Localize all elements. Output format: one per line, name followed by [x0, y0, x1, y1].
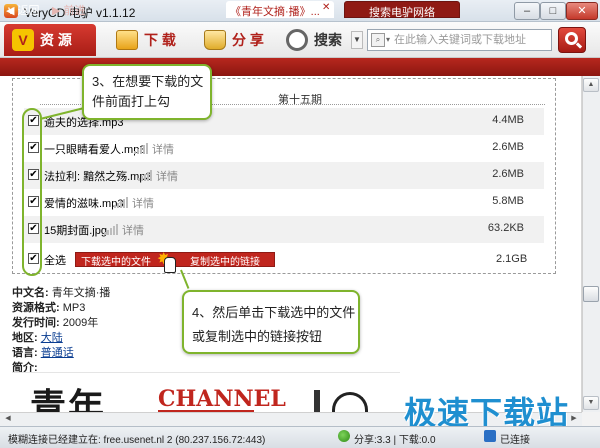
file-name: 一只眼睛看爱人.mp3: [44, 144, 146, 156]
banner-graphic: [314, 390, 320, 412]
tab-share[interactable]: 分 享: [196, 24, 272, 56]
file-size: 2.6MB: [492, 168, 524, 180]
banner-channel-text: CHANNEL: [158, 386, 286, 412]
vertical-scrollbar[interactable]: [582, 76, 600, 412]
info-value: MP3: [62, 302, 86, 314]
file-name: 爱情的滋味.mp3: [44, 198, 124, 210]
download-selected-button[interactable]: 下载选中的文件: [81, 253, 151, 268]
tab-search-label: 搜索: [314, 32, 342, 48]
back-button[interactable]: ◀ 返回: [6, 2, 40, 18]
info-label: 地区:: [12, 332, 38, 344]
language-link[interactable]: 普通话: [41, 347, 74, 359]
availability-signal-icon: [134, 143, 148, 154]
tab-share-label: 分 享: [232, 32, 264, 48]
total-size: 2.1GB: [496, 253, 528, 265]
detail-link[interactable]: 详情: [152, 141, 174, 157]
scroll-up-icon[interactable]: ▲: [583, 78, 599, 92]
callout-step-4-line2: 或复制选中的链接按钮: [192, 329, 323, 344]
search-engine-icon[interactable]: ⌕: [371, 33, 385, 47]
info-value: 2009年: [62, 317, 99, 329]
info-label: 发行时间:: [12, 317, 60, 329]
availability-signal-icon: [104, 224, 118, 235]
status-connected: 已连接: [500, 435, 530, 446]
info-value: 青年文摘·播: [51, 287, 111, 299]
detail-link[interactable]: 详情: [132, 195, 154, 211]
file-row[interactable]: ✔ 法拉利: 黯然之殇.mp3 详情 2.6MB: [24, 162, 544, 189]
network-status-icon: [338, 430, 350, 442]
hand-cursor-icon: [164, 257, 176, 273]
search-input[interactable]: [394, 32, 549, 48]
connected-icon: [484, 430, 496, 442]
file-size: 2.6MB: [492, 141, 524, 153]
callout-step-3-text: 3、在想要下载的文件前面打上勾: [92, 74, 204, 109]
status-connection-text: 模糊连接已经建立在: free.usenet.nl 2 (80.237.156.…: [8, 435, 266, 446]
scroll-right-icon[interactable]: ▶: [568, 414, 580, 424]
checkbox-highlight-oval: [22, 108, 42, 276]
tab-close-icon[interactable]: ✕: [322, 2, 330, 13]
file-size: 63.2KB: [487, 222, 524, 234]
copy-links-button[interactable]: 复制选中的链接: [190, 253, 260, 268]
tab-resources[interactable]: V 资 源: [4, 24, 96, 56]
search-button[interactable]: [558, 27, 586, 53]
info-label: 中文名:: [12, 287, 49, 299]
file-row[interactable]: ✔ 15期封面.jpg 详情 63.2KB: [24, 216, 544, 243]
file-size: 4.4MB: [492, 114, 524, 126]
search-menu-dropdown[interactable]: ▼: [351, 31, 363, 49]
select-all-label[interactable]: 全选: [44, 252, 66, 268]
file-name: 法拉利: 黯然之殇.mp3: [44, 171, 152, 183]
search-box[interactable]: ⌕ ▾: [367, 29, 552, 51]
region-link[interactable]: 大陆: [41, 332, 63, 344]
tab-search-network[interactable]: 搜索电驴网络: [344, 1, 460, 19]
minimize-button[interactable]: –: [514, 2, 540, 20]
status-speed: 分享:3.3 | 下载:0.0: [354, 435, 436, 446]
availability-signal-icon: [114, 197, 128, 208]
tab-download[interactable]: 下 载: [108, 24, 186, 56]
scroll-down-icon[interactable]: ▼: [583, 396, 599, 410]
search-icon-handle: [575, 42, 583, 49]
close-button[interactable]: ✕: [566, 2, 598, 20]
download-icon: [116, 30, 138, 50]
file-size: 5.8MB: [492, 195, 524, 207]
callout-step-3: 3、在想要下载的文件前面打上勾: [82, 64, 212, 120]
tab-resources-label: 资 源: [40, 32, 72, 48]
callout-step-4: 4、然后单击下载选中的文件 或复制选中的链接按钮: [182, 290, 360, 354]
tab-download-label: 下 载: [144, 32, 176, 48]
callout-step-4-line1: 4、然后单击下载选中的文件: [192, 305, 356, 320]
info-label: 资源格式:: [12, 302, 60, 314]
scroll-thumb[interactable]: [583, 286, 599, 302]
file-row[interactable]: ✔ 一只眼睛看爱人.mp3 详情 2.6MB: [24, 135, 544, 162]
info-label: 语言:: [12, 347, 38, 359]
forward-button[interactable]: ▶ 前进: [52, 2, 86, 18]
verycd-logo-icon: V: [12, 29, 34, 51]
detail-link[interactable]: 详情: [156, 168, 178, 184]
tab-search[interactable]: 搜索: [278, 24, 350, 56]
availability-signal-icon: [138, 170, 152, 181]
share-icon: [204, 30, 226, 50]
chevron-down-icon[interactable]: ▾: [386, 35, 390, 44]
scroll-left-icon[interactable]: ◀: [2, 414, 14, 424]
magnifier-icon: [286, 29, 308, 51]
detail-link[interactable]: 详情: [122, 222, 144, 238]
file-row[interactable]: ✔ 爱情的滋味.mp3 详情 5.8MB: [24, 189, 544, 216]
file-name: 15期封面.jpg: [44, 225, 107, 237]
maximize-button[interactable]: □: [540, 2, 566, 20]
tab-page-qingnian[interactable]: 《青年文摘·播》...: [226, 1, 334, 18]
